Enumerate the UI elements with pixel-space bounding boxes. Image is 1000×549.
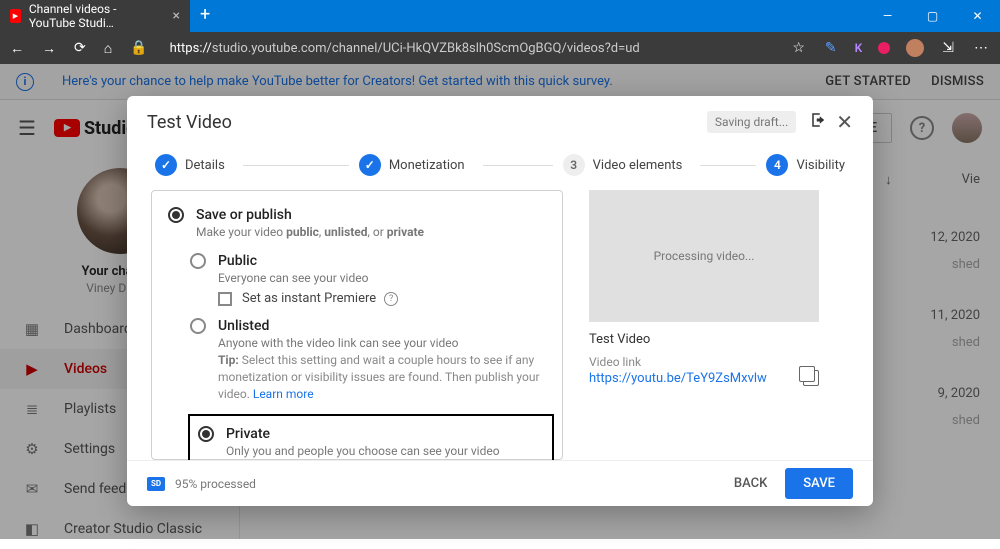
option-unlisted[interactable]: Unlisted Anyone with the video link can …	[190, 318, 546, 402]
save-or-publish-option[interactable]: Save or publish	[168, 207, 546, 223]
option-public[interactable]: Public Everyone can see your video Set a…	[190, 253, 546, 306]
back-button[interactable]: BACK	[734, 476, 767, 491]
nav-refresh-icon[interactable]: ⟳	[72, 40, 88, 56]
new-tab-button[interactable]: +	[190, 0, 220, 29]
youtube-favicon	[10, 9, 21, 23]
more-menu-icon[interactable]: ⋯	[972, 40, 992, 56]
user-avatar-small[interactable]	[906, 39, 924, 57]
extension-icon[interactable]: ⇲	[940, 40, 956, 56]
window-minimize-button[interactable]: ―	[865, 0, 910, 32]
nav-forward-icon[interactable]: →	[40, 40, 58, 57]
processing-text: 95% processed	[175, 477, 256, 491]
stepper: ✓Details ✓Monetization 3Video elements 4…	[127, 148, 873, 190]
step-video-elements[interactable]: 3Video elements	[563, 154, 767, 176]
favorite-icon[interactable]: ☆	[790, 40, 807, 56]
window-maximize-button[interactable]: ▢	[910, 0, 955, 32]
url-text[interactable]: https://studio.youtube.com/channel/UCi-H…	[170, 41, 640, 56]
dialog-footer: SD 95% processed BACK SAVE	[127, 460, 873, 506]
video-link-label: Video link	[589, 355, 819, 369]
step-details[interactable]: ✓Details	[155, 154, 359, 176]
radio-checked-icon[interactable]	[168, 207, 184, 223]
tab-close-icon[interactable]: ×	[173, 8, 180, 24]
video-thumbnail: Processing video...	[589, 190, 819, 322]
copy-icon[interactable]	[803, 370, 819, 386]
learn-more-link[interactable]: Learn more	[253, 387, 314, 401]
record-dot-icon[interactable]	[878, 42, 890, 54]
radio-icon[interactable]	[190, 318, 206, 334]
check-icon: ✓	[359, 154, 381, 176]
browser-address-bar: ← → ⟳ ⌂ 🔒 https://studio.youtube.com/cha…	[0, 32, 1000, 64]
nav-home-icon[interactable]: ⌂	[102, 40, 114, 57]
visibility-panel: Save or publish Make your video public, …	[151, 190, 563, 460]
video-link[interactable]: https://youtu.be/TeY9ZsMxvlw	[589, 371, 767, 386]
unlisted-tip: Tip: Select this setting and wait a coup…	[218, 352, 546, 402]
profile-k-icon[interactable]: K	[855, 41, 863, 55]
close-icon[interactable]: ✕	[836, 110, 853, 134]
saving-status: Saving draft...	[707, 111, 796, 133]
help-tooltip-icon[interactable]: ?	[384, 292, 398, 306]
premiere-checkbox[interactable]: Set as instant Premiere?	[218, 291, 546, 306]
video-title: Test Video	[589, 332, 819, 347]
sd-badge-icon: SD	[147, 477, 165, 491]
upload-visibility-dialog: Test Video Saving draft... ✕ ✓Details ✓M…	[127, 96, 873, 506]
pencil-icon[interactable]: ✎	[823, 40, 839, 56]
exit-icon[interactable]	[810, 111, 828, 134]
radio-icon[interactable]	[190, 253, 206, 269]
browser-tab[interactable]: Channel videos - YouTube Studi… ×	[0, 0, 190, 32]
browser-titlebar: Channel videos - YouTube Studi… × + ― ▢ …	[0, 0, 1000, 32]
check-icon: ✓	[155, 154, 177, 176]
option-private[interactable]: Private Only you and people you choose c…	[188, 414, 554, 460]
nav-back-icon[interactable]: ←	[8, 40, 26, 57]
radio-checked-icon[interactable]	[198, 426, 214, 442]
video-preview: Processing video... Test Video Video lin…	[589, 190, 819, 460]
tab-title: Channel videos - YouTube Studi…	[29, 2, 165, 30]
checkbox-icon[interactable]	[218, 292, 232, 306]
save-button[interactable]: SAVE	[785, 468, 853, 499]
step-monetization[interactable]: ✓Monetization	[359, 154, 563, 176]
lock-icon: 🔒	[128, 40, 149, 56]
sop-desc: Make your video public, unlisted, or pri…	[196, 225, 546, 239]
window-close-button[interactable]: ✕	[955, 0, 1000, 32]
dialog-title: Test Video	[147, 112, 232, 133]
step-visibility[interactable]: 4Visibility	[766, 154, 845, 176]
